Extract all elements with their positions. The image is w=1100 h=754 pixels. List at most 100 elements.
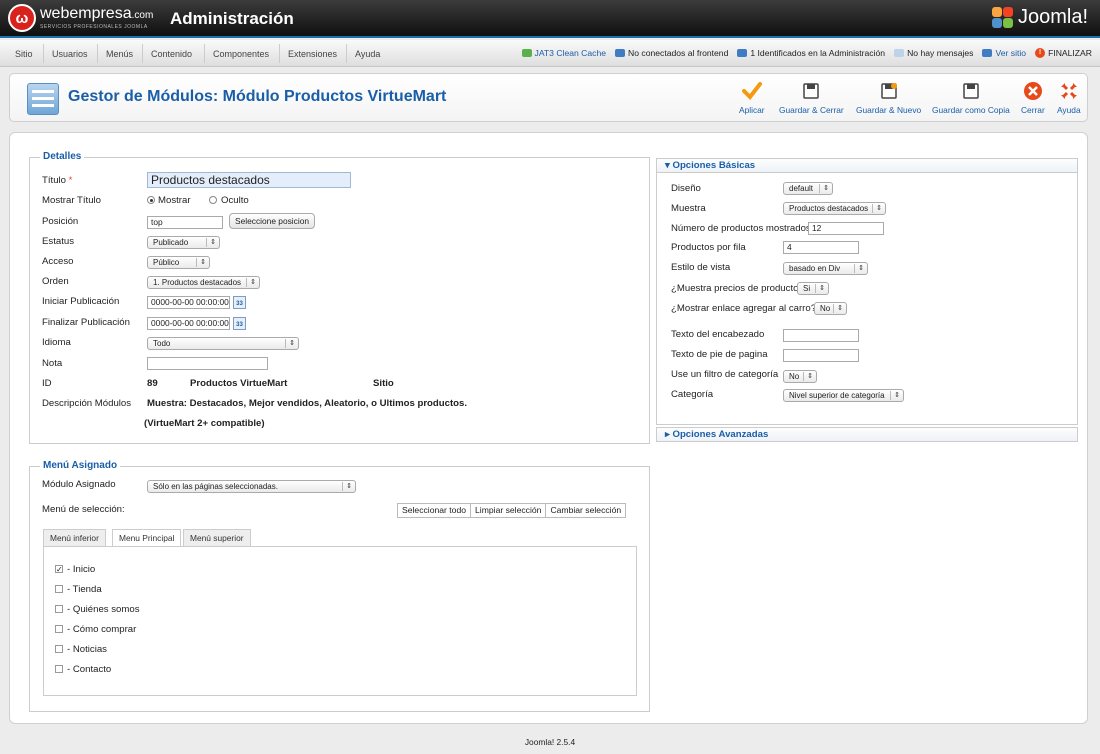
view-site-link[interactable]: Ver sitio	[982, 48, 1026, 58]
menu-assignment-fieldset: Menú Asignado Módulo Asignado Sólo en la…	[29, 460, 650, 712]
select-arrow-icon: ⇕	[200, 259, 206, 266]
show-title-radio-hide[interactable]	[209, 196, 217, 204]
save-copy-button[interactable]: Guardar como Copia	[932, 80, 1010, 115]
cache-link[interactable]: JAT3 Clean Cache	[521, 48, 606, 58]
header-text-input[interactable]	[783, 329, 859, 342]
apply-button[interactable]: Aplicar	[739, 80, 765, 115]
count-input[interactable]: 12	[808, 222, 884, 235]
title-input[interactable]: Productos destacados	[147, 172, 351, 188]
close-icon	[1022, 80, 1044, 102]
calendar-icon[interactable]: 33	[233, 317, 246, 330]
category-value: Nivel superior de categoría	[789, 391, 885, 400]
tab-menu-inferior[interactable]: Menú inferior	[43, 529, 106, 546]
view-style-select[interactable]: basado en Div ⇕	[783, 262, 868, 275]
per-row-label: Productos por fila	[671, 242, 746, 253]
add-to-cart-select[interactable]: No ⇕	[814, 302, 847, 315]
menu-usuarios[interactable]: Usuarios	[52, 49, 88, 59]
order-label: Orden	[42, 276, 69, 287]
display-select[interactable]: Productos destacados ⇕	[783, 202, 886, 215]
selection-label: Menú de selección:	[42, 504, 125, 515]
select-position-button[interactable]: Seleccione posicion	[229, 213, 316, 229]
menu-item-checkbox-comprar[interactable]	[55, 625, 63, 633]
messages-status[interactable]: No hay mensajes	[894, 48, 973, 58]
save-close-label: Guardar & Cerrar	[779, 105, 844, 115]
menu-item-checkbox-inicio[interactable]: ✓	[55, 565, 63, 574]
category-select[interactable]: Nivel superior de categoría ⇕	[783, 389, 904, 402]
menu-item-checkbox-tienda[interactable]	[55, 585, 63, 593]
calendar-icon[interactable]: 33	[233, 296, 246, 309]
footer-text-input[interactable]	[783, 349, 859, 362]
per-row-input[interactable]: 4	[783, 241, 859, 254]
module-assign-select[interactable]: Sólo en las páginas seleccionadas. ⇕	[147, 480, 356, 493]
save-new-button[interactable]: Guardar & Nuevo	[856, 80, 921, 115]
show-price-label: ¿Muestra precios de producto	[671, 283, 799, 294]
save-close-button[interactable]: Guardar & Cerrar	[779, 80, 844, 115]
joomla-logo: Joomla!	[991, 6, 1088, 29]
layout-label: Diseño	[671, 183, 701, 194]
menu-item-label: - Inicio	[67, 564, 96, 575]
language-select[interactable]: Todo ⇕	[147, 337, 299, 350]
tab-menu-principal[interactable]: Menu Principal	[112, 529, 182, 547]
select-arrow-icon: ⇕	[876, 205, 882, 212]
menu-componentes[interactable]: Componentes	[213, 49, 269, 59]
menu-item-checkbox-quienes[interactable]	[55, 605, 63, 613]
webempresa-logo[interactable]: ω webempresa.com SERVICIOS PROFESIONALES…	[8, 3, 153, 33]
order-select[interactable]: 1. Productos destacados ⇕	[147, 276, 260, 289]
publish-down-input[interactable]: 0000-00-00 00:00:00	[147, 317, 230, 330]
id-value: 89	[147, 378, 158, 389]
tab-menu-superior[interactable]: Menú superior	[183, 529, 251, 546]
menu-sitio[interactable]: Sitio	[15, 49, 33, 59]
admin-label: 1 Identificados en la Administración	[750, 48, 886, 58]
description-value: Muestra: Destacados, Mejor vendidos, Ale…	[147, 398, 468, 409]
select-all-button[interactable]: Seleccionar todo	[398, 504, 472, 517]
clear-selection-button[interactable]: Limpiar selección	[471, 504, 547, 517]
logout-icon: !	[1035, 48, 1046, 58]
menu-assignment-legend: Menú Asignado	[40, 460, 121, 471]
select-arrow-icon: ⇕	[250, 279, 256, 286]
header-text-label: Texto del encabezado	[671, 329, 765, 340]
menu-item-checkbox-noticias[interactable]	[55, 645, 63, 653]
display-label: Muestra	[671, 203, 706, 214]
menu-ayuda[interactable]: Ayuda	[355, 49, 380, 59]
show-title-label: Mostrar Título	[42, 195, 102, 206]
module-assign-label: Módulo Asignado	[42, 479, 116, 490]
joomla-wordmark: Joomla!	[1017, 6, 1088, 28]
advanced-options-header[interactable]: ▸ Opciones Avanzadas	[656, 427, 1078, 442]
menu-item-checkbox-contacto[interactable]	[55, 665, 63, 673]
basic-options-header[interactable]: ▾ Opciones Básicas	[656, 158, 1078, 173]
publish-up-input[interactable]: 0000-00-00 00:00:00	[147, 296, 230, 309]
save-copy-label: Guardar como Copia	[932, 105, 1010, 115]
select-arrow-icon: ⇕	[289, 340, 295, 347]
menu-extensiones[interactable]: Extensiones	[288, 49, 337, 59]
module-manager-icon	[27, 83, 59, 115]
layout-select[interactable]: default ⇕	[783, 182, 833, 195]
module-name: Productos VirtueMart	[190, 378, 288, 389]
access-select[interactable]: Público ⇕	[147, 256, 210, 269]
note-input[interactable]	[147, 357, 268, 370]
close-button[interactable]: Cerrar	[1021, 80, 1045, 115]
select-arrow-icon: ⇕	[346, 483, 352, 490]
category-filter-select[interactable]: No ⇕	[783, 370, 817, 383]
page-title: Gestor de Módulos: Módulo Productos Virt…	[68, 88, 447, 105]
admin-status: 1 Identificados en la Administración	[737, 48, 885, 58]
show-title-radio-show[interactable]	[147, 196, 155, 204]
save-new-label: Guardar & Nuevo	[856, 105, 922, 115]
position-input[interactable]: top	[147, 216, 223, 229]
toggle-selection-button[interactable]: Cambiar selección	[546, 504, 625, 517]
show-price-select[interactable]: Si ⇕	[797, 282, 829, 295]
save-copy-icon	[960, 80, 982, 102]
category-filter-label: Use un filtro de categoría	[671, 369, 779, 380]
note-label: Nota	[42, 358, 63, 369]
count-label: Número de productos mostrados	[671, 223, 811, 234]
status-select[interactable]: Publicado ⇕	[147, 236, 220, 249]
help-button[interactable]: Ayuda	[1057, 80, 1081, 115]
menu-menus[interactable]: Menús	[106, 49, 133, 59]
menu-contenido[interactable]: Contenido	[151, 49, 192, 59]
access-label: Acceso	[42, 256, 74, 267]
toolbar-panel: Gestor de Módulos: Módulo Productos Virt…	[9, 73, 1088, 122]
brand-name: webempresa	[40, 5, 132, 22]
help-icon	[1058, 80, 1080, 102]
brand-suffix: .com	[131, 10, 154, 21]
logout-link[interactable]: ! FINALIZAR	[1035, 48, 1092, 58]
hide-option-label: Oculto	[221, 195, 249, 206]
